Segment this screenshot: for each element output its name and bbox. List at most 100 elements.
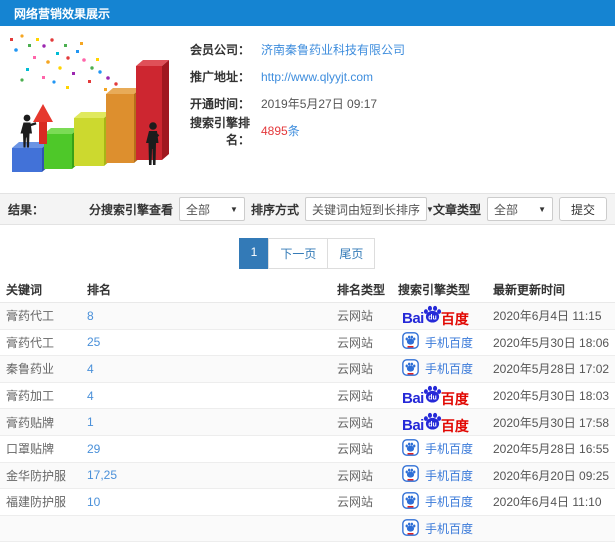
mobile-baidu-text: 手机百度 (425, 442, 474, 457)
result-label: 结果： (8, 202, 45, 217)
engine-cell: Bai du 百度 (398, 385, 493, 406)
update-time-cell: 2020年5月30日 17:58 (493, 415, 610, 430)
page-button-current[interactable]: 1 (238, 238, 270, 269)
update-time-cell: 2020年6月4日 11:15 (493, 309, 602, 324)
engine-cell: 手机百度 (398, 332, 493, 352)
svg-text:du: du (428, 421, 436, 428)
mobile-baidu-icon (402, 492, 419, 512)
mobile-baidu-icon (402, 438, 419, 459)
svg-text:du: du (428, 394, 436, 401)
baidu-logo-text: Bai (402, 310, 424, 328)
engine-cell: Bai du 百度 (398, 412, 493, 433)
promo-url-link[interactable]: http://www.qlyyjt.com (261, 70, 373, 84)
rank-value[interactable]: 10 (87, 495, 100, 509)
table-header-row: 关键词 排名 排名类型 搜索引擎类型 最新更新时间 (0, 277, 615, 303)
mobile-baidu-text: 手机百度 (425, 495, 474, 510)
mobile-baidu-logo: 手机百度 (402, 438, 474, 459)
sort-filter-label: 排序方式 (250, 202, 299, 217)
rank-type-cell: 云网站 (337, 389, 374, 404)
sort-filter-select[interactable]: 关键词由短到长排序 ▼ (304, 197, 434, 221)
mobile-baidu-icon (402, 359, 419, 379)
table-row: 膏药代工 25 云网站 手机百度 2020年5月30日 18:06 (0, 330, 615, 357)
sort-filter-value: 关键词由短到长排序 (311, 202, 420, 217)
col-header-update-time: 最新更新时间 (493, 283, 566, 297)
mobile-baidu-text: 手机百度 (425, 468, 474, 483)
mobile-baidu-icon (402, 518, 419, 539)
engine-cell: Bai du 百度 (398, 305, 493, 326)
baidu-paw-icon: du (423, 385, 442, 406)
bars-decoration (12, 60, 169, 172)
keyword-cell: 膏药代工 (6, 335, 55, 350)
confetti-decoration (10, 34, 118, 96)
keyword-cell: 膏药贴牌 (6, 415, 55, 430)
mobile-baidu-text: 手机百度 (425, 522, 474, 537)
rank-value[interactable]: 4 (87, 389, 94, 403)
mobile-baidu-icon (402, 332, 419, 352)
engine-filter-select[interactable]: 全部 ▼ (178, 197, 245, 221)
bar-chart-illustration (10, 34, 169, 172)
rank-cell: 29 (87, 442, 337, 456)
update-time-cell: 2020年5月30日 18:06 (493, 335, 610, 350)
table-row: 膏药加工 4 云网站 Bai du 百度 2020年5月30日 18:03 (0, 383, 615, 410)
rank-value[interactable]: 1 (87, 415, 94, 429)
open-time-value: 2019年5月27日 09:17 (261, 97, 378, 111)
rank-cell: 17,25 (87, 468, 337, 482)
rank-value[interactable]: 8 (87, 309, 94, 323)
update-time-cell: 2020年5月30日 18:03 (493, 389, 610, 404)
engine-filter-value: 全部 (185, 202, 210, 217)
rank-cell: 8 (87, 309, 337, 323)
engine-rank-count: 4895 (261, 123, 288, 138)
baidu-logo-cn: 百度 (440, 417, 469, 434)
update-time-cell: 2020年5月28日 17:02 (493, 362, 610, 377)
baidu-logo-text: Bai (402, 416, 424, 434)
baidu-logo-cn: 百度 (440, 391, 469, 408)
pagination: 1 下一页 尾页 (0, 238, 615, 269)
table-row: 膏药代工 8 云网站 Bai du 百度 2020年6月4日 11:15 (0, 303, 615, 330)
mobile-baidu-logo: 手机百度 (402, 465, 473, 485)
submit-button[interactable]: 提交 (558, 197, 607, 221)
rank-cell: 4 (87, 389, 337, 403)
baidu-logo: Bai du 百度 (402, 385, 469, 406)
rank-value[interactable]: 25 (87, 335, 100, 349)
engine-rank-unit: 条 (287, 124, 300, 138)
mobile-baidu-logo: 手机百度 (402, 359, 473, 379)
keyword-cell: 口罩贴牌 (6, 442, 55, 457)
member-company-link[interactable]: 济南秦鲁药业科技有限公司 (261, 41, 405, 58)
rank-type-cell: 云网站 (337, 415, 374, 430)
baidu-logo: Bai du 百度 (402, 305, 469, 326)
rank-value[interactable]: 29 (87, 442, 100, 456)
col-header-rank: 排名 (87, 283, 112, 297)
engine-cell: 手机百度 (398, 438, 493, 459)
baidu-logo: Bai du 百度 (402, 412, 469, 433)
page-button-last[interactable]: 尾页 (327, 238, 376, 269)
mobile-baidu-logo: 手机百度 (402, 518, 474, 539)
dropdown-arrow-icon: ▼ (425, 204, 434, 214)
rank-type-cell: 云网站 (337, 442, 374, 457)
dropdown-arrow-icon: ▼ (538, 204, 546, 214)
baidu-logo-cn: 百度 (440, 311, 469, 328)
keyword-cell: 秦鲁药业 (6, 362, 55, 377)
engine-cell: 手机百度 (398, 465, 493, 485)
engine-filter-label: 分搜索引擎查看 (88, 202, 173, 217)
rank-value[interactable]: 4 (87, 362, 94, 376)
filter-controls: 分搜索引擎查看 全部 ▼ 排序方式 关键词由短到长排序 ▼ 文章类型 全部 ▼ … (89, 197, 607, 221)
rank-type-cell: 云网站 (337, 309, 374, 324)
results-table: 关键词 排名 排名类型 搜索引擎类型 最新更新时间 膏药代工 8 云网站 Bai du 百… (0, 277, 615, 542)
member-company-label: 会员公司： (189, 43, 250, 57)
rank-cell: 25 (87, 335, 337, 349)
rank-value[interactable]: 17,25 (87, 468, 117, 482)
engine-cell: 手机百度 (398, 359, 493, 379)
rank-type-cell: 云网站 (337, 495, 374, 510)
page-button-next[interactable]: 下一页 (268, 238, 329, 269)
keyword-cell: 膏药代工 (6, 309, 55, 324)
rank-cell: 4 (87, 362, 337, 376)
dropdown-arrow-icon: ▼ (230, 204, 238, 214)
engine-cell: 手机百度 (398, 518, 493, 539)
article-type-select[interactable]: 全部 ▼ (486, 197, 553, 221)
open-time-label: 开通时间： (189, 97, 250, 111)
rank-type-cell: 云网站 (337, 468, 374, 483)
mobile-baidu-text: 手机百度 (425, 362, 474, 377)
keyword-cell: 金华防护服 (6, 468, 67, 483)
update-time-cell: 2020年6月20日 09:25 (493, 468, 610, 483)
table-row: 口罩贴牌 29 云网站 手机百度 2020年5月28日 16:55 (0, 436, 615, 463)
